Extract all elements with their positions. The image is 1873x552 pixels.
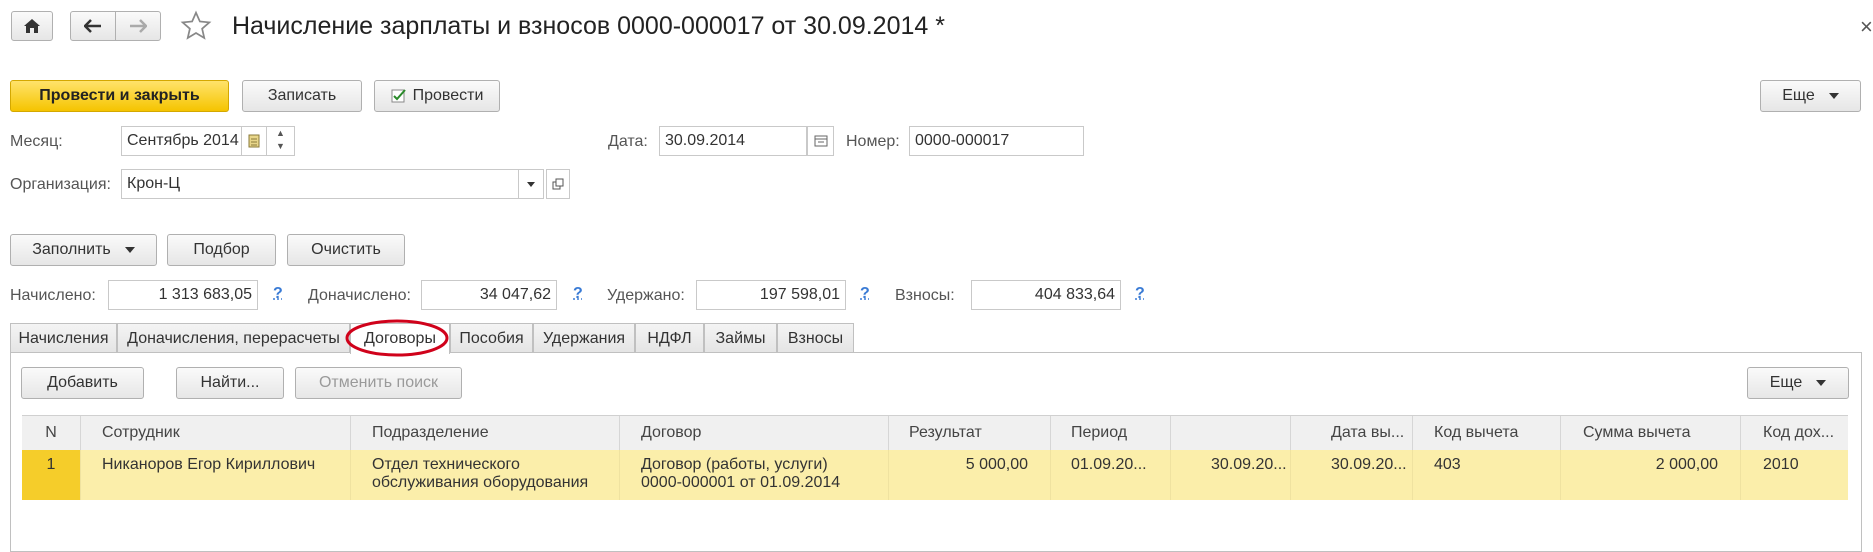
back-button[interactable] — [70, 11, 116, 41]
table-more-button[interactable]: Еще — [1747, 367, 1849, 399]
tab-contributions[interactable]: Взносы — [777, 323, 854, 353]
table-row[interactable]: 1 Никаноров Егор Кириллович Отдел технич… — [22, 450, 1848, 500]
number-label: Номер: — [846, 133, 900, 151]
cell-result: 5 000,00 — [889, 450, 1051, 500]
contributions-field: 404 833,64 — [971, 280, 1121, 310]
date-label: Дата: — [608, 133, 648, 151]
col-n[interactable]: N — [22, 416, 81, 450]
col-employee[interactable]: Сотрудник — [81, 416, 351, 450]
table-more-label: Еще — [1770, 374, 1803, 392]
tab-accruals[interactable]: Начисления — [10, 323, 117, 353]
highlight-circle — [344, 318, 450, 358]
cell-contract-line1: Договор (работы, услуги) — [641, 456, 880, 474]
cell-deduction-sum: 2 000,00 — [1561, 450, 1741, 500]
number-field[interactable]: 0000-000017 — [909, 126, 1084, 156]
favorite-star-icon[interactable] — [180, 10, 212, 47]
cell-contract-line2: 0000-000001 от 01.09.2014 — [641, 474, 880, 492]
arrow-right-icon — [129, 19, 147, 33]
cell-contract: Договор (работы, услуги) 0000-000001 от … — [620, 450, 889, 500]
col-result[interactable]: Результат — [889, 416, 1051, 450]
arrow-left-icon — [84, 19, 102, 33]
chevron-down-icon — [1829, 93, 1839, 99]
withheld-help-icon[interactable]: ? — [860, 285, 870, 303]
withheld-field: 197 598,01 — [696, 280, 846, 310]
organization-label: Организация: — [10, 176, 111, 194]
cell-department: Отдел технического обслуживания оборудов… — [351, 450, 620, 500]
tab-ndfl[interactable]: НДФЛ — [635, 323, 704, 353]
withheld-label: Удержано: — [607, 287, 685, 305]
calendar-icon[interactable] — [807, 126, 834, 156]
tab-loans[interactable]: Займы — [704, 323, 777, 353]
tab-recalculations[interactable]: Доначисления, перерасчеты — [117, 323, 350, 353]
cell-pay-date: 30.09.20... — [1291, 450, 1413, 500]
save-button[interactable]: Записать — [242, 80, 362, 112]
chevron-down-icon — [527, 182, 535, 187]
month-label: Месяц: — [10, 133, 63, 151]
col-deduction-sum[interactable]: Сумма вычета — [1561, 416, 1741, 450]
contributions-help-icon[interactable]: ? — [1135, 285, 1145, 303]
post-button-label: Провести — [413, 87, 484, 105]
col-period[interactable]: Период — [1051, 416, 1171, 450]
more-button-label: Еще — [1782, 87, 1815, 105]
chevron-down-icon — [1816, 380, 1826, 386]
home-button[interactable] — [11, 11, 53, 41]
table-header: N Сотрудник Подразделение Договор Резуль… — [22, 415, 1848, 451]
month-stepper[interactable]: ▲ ▼ — [267, 126, 295, 156]
cell-n: 1 — [22, 450, 81, 500]
tab-benefits[interactable]: Пособия — [450, 323, 533, 353]
fill-button[interactable]: Заполнить — [10, 234, 157, 266]
extra-accrued-help-icon[interactable]: ? — [573, 285, 583, 303]
cancel-search-button[interactable]: Отменить поиск — [295, 367, 462, 399]
date-field[interactable]: 30.09.2014 — [659, 126, 807, 156]
pick-button[interactable]: Подбор — [167, 234, 276, 266]
accrued-field: 1 313 683,05 — [108, 280, 258, 310]
open-organization-icon[interactable] — [546, 169, 570, 199]
organization-field[interactable]: Крон-Ц — [121, 169, 519, 199]
close-icon[interactable]: × — [1860, 14, 1873, 40]
col-department[interactable]: Подразделение — [351, 416, 620, 450]
cell-department-line2: обслуживания оборудования — [372, 474, 611, 492]
post-icon — [391, 88, 407, 104]
forward-button[interactable] — [115, 11, 161, 41]
col-period-end[interactable] — [1171, 416, 1291, 450]
cell-employee: Никаноров Егор Кириллович — [81, 450, 351, 500]
cell-period-start: 01.09.20... — [1051, 450, 1171, 500]
accrued-help-icon[interactable]: ? — [273, 285, 283, 303]
tab-deductions[interactable]: Удержания — [533, 323, 635, 353]
page-title: Начисление зарплаты и взносов 0000-00001… — [232, 12, 945, 41]
clear-button[interactable]: Очистить — [287, 234, 405, 266]
cell-period-end: 30.09.20... — [1171, 450, 1291, 500]
calendar-pick-icon[interactable] — [242, 126, 267, 156]
organization-dropdown[interactable] — [519, 169, 544, 199]
home-icon — [23, 18, 41, 34]
cell-income-code: 2010 — [1741, 450, 1848, 500]
find-button[interactable]: Найти... — [176, 367, 284, 399]
col-income-code[interactable]: Код дох... — [1741, 416, 1848, 450]
post-and-close-button[interactable]: Провести и закрыть — [10, 80, 229, 112]
contributions-label: Взносы: — [895, 287, 955, 305]
month-field[interactable]: Сентябрь 2014 — [121, 126, 242, 156]
cell-department-line1: Отдел технического — [372, 456, 611, 474]
post-button[interactable]: Провести — [374, 80, 500, 112]
col-contract[interactable]: Договор — [620, 416, 889, 450]
extra-accrued-field: 34 047,62 — [421, 280, 557, 310]
more-button[interactable]: Еще — [1760, 80, 1861, 112]
col-pay-date[interactable]: Дата вы... — [1291, 416, 1413, 450]
stepper-down-icon[interactable]: ▼ — [267, 140, 294, 153]
chevron-down-icon — [125, 247, 135, 253]
col-deduction-code[interactable]: Код вычета — [1413, 416, 1561, 450]
add-button[interactable]: Добавить — [21, 367, 144, 399]
fill-button-label: Заполнить — [32, 241, 111, 259]
stepper-up-icon[interactable]: ▲ — [267, 127, 294, 140]
cell-deduction-code: 403 — [1413, 450, 1561, 500]
accrued-label: Начислено: — [10, 287, 96, 305]
extra-accrued-label: Доначислено: — [308, 287, 411, 305]
